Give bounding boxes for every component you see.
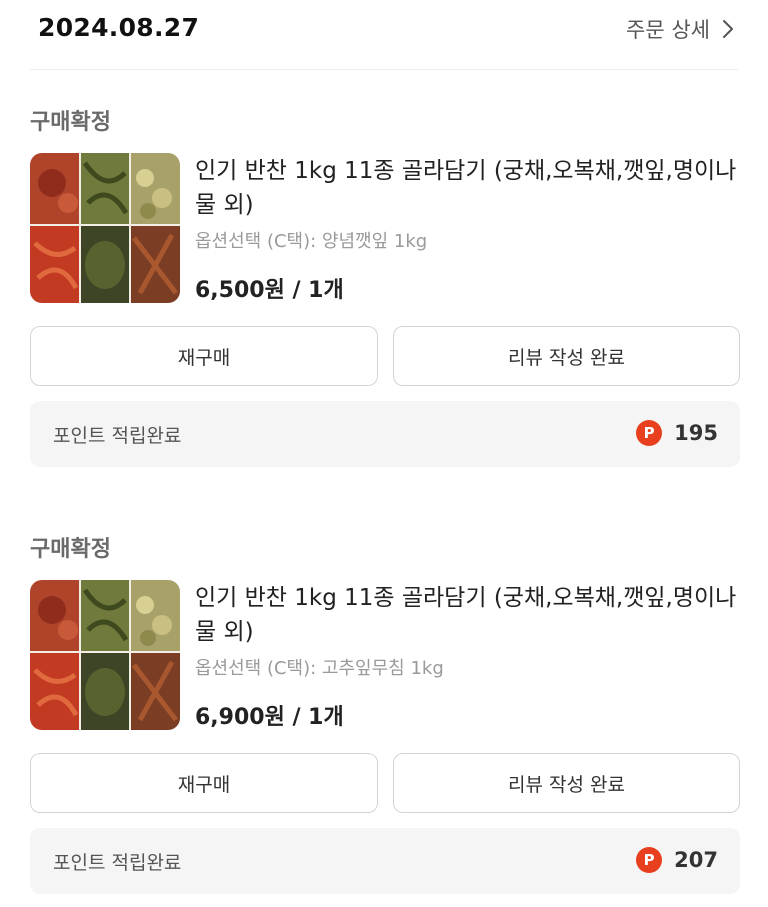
rebuy-button[interactable]: 재구매 bbox=[30, 326, 378, 386]
order-status: 구매확정 bbox=[30, 537, 111, 562]
points-label: 포인트 적립완료 bbox=[53, 852, 182, 874]
point-icon: P bbox=[636, 420, 663, 446]
product-name[interactable]: 인기 반찬 1kg 11종 골라담기 (궁채,오복채,깻잎,명이나물 외) bbox=[195, 581, 740, 649]
product-price: 6,500원 / 1개 bbox=[195, 278, 344, 303]
points-amount: P 207 bbox=[636, 847, 718, 873]
product-price: 6,900원 / 1개 bbox=[195, 705, 344, 730]
points-value: 207 bbox=[674, 848, 718, 872]
rebuy-button[interactable]: 재구매 bbox=[30, 753, 378, 813]
order-detail-label: 주문 상세 bbox=[626, 18, 710, 42]
product-image bbox=[30, 153, 180, 303]
chevron-right-icon bbox=[723, 20, 733, 38]
product-thumbnail[interactable] bbox=[30, 153, 180, 303]
divider bbox=[30, 69, 738, 70]
order-status: 구매확정 bbox=[30, 110, 111, 135]
order-detail-link[interactable]: 주문 상세 bbox=[626, 14, 736, 44]
points-row: 포인트 적립완료 P 195 bbox=[30, 401, 740, 467]
order-header: 2024.08.27 주문 상세 bbox=[0, 0, 768, 70]
points-label: 포인트 적립완료 bbox=[53, 425, 182, 447]
points-amount: P 195 bbox=[636, 420, 718, 446]
review-complete-button[interactable]: 리뷰 작성 완료 bbox=[393, 326, 740, 386]
product-thumbnail[interactable] bbox=[30, 580, 180, 730]
product-option: 옵션선택 (C택): 양념깻잎 1kg bbox=[195, 231, 428, 252]
review-complete-button[interactable]: 리뷰 작성 완료 bbox=[393, 753, 740, 813]
point-icon: P bbox=[636, 847, 663, 873]
product-name[interactable]: 인기 반찬 1kg 11종 골라담기 (궁채,오복채,깻잎,명이나물 외) bbox=[195, 154, 740, 222]
points-value: 195 bbox=[674, 421, 718, 445]
product-image bbox=[30, 580, 180, 730]
product-option: 옵션선택 (C택): 고추잎무침 1kg bbox=[195, 658, 444, 679]
order-date: 2024.08.27 bbox=[38, 13, 200, 42]
points-row: 포인트 적립완료 P 207 bbox=[30, 828, 740, 894]
